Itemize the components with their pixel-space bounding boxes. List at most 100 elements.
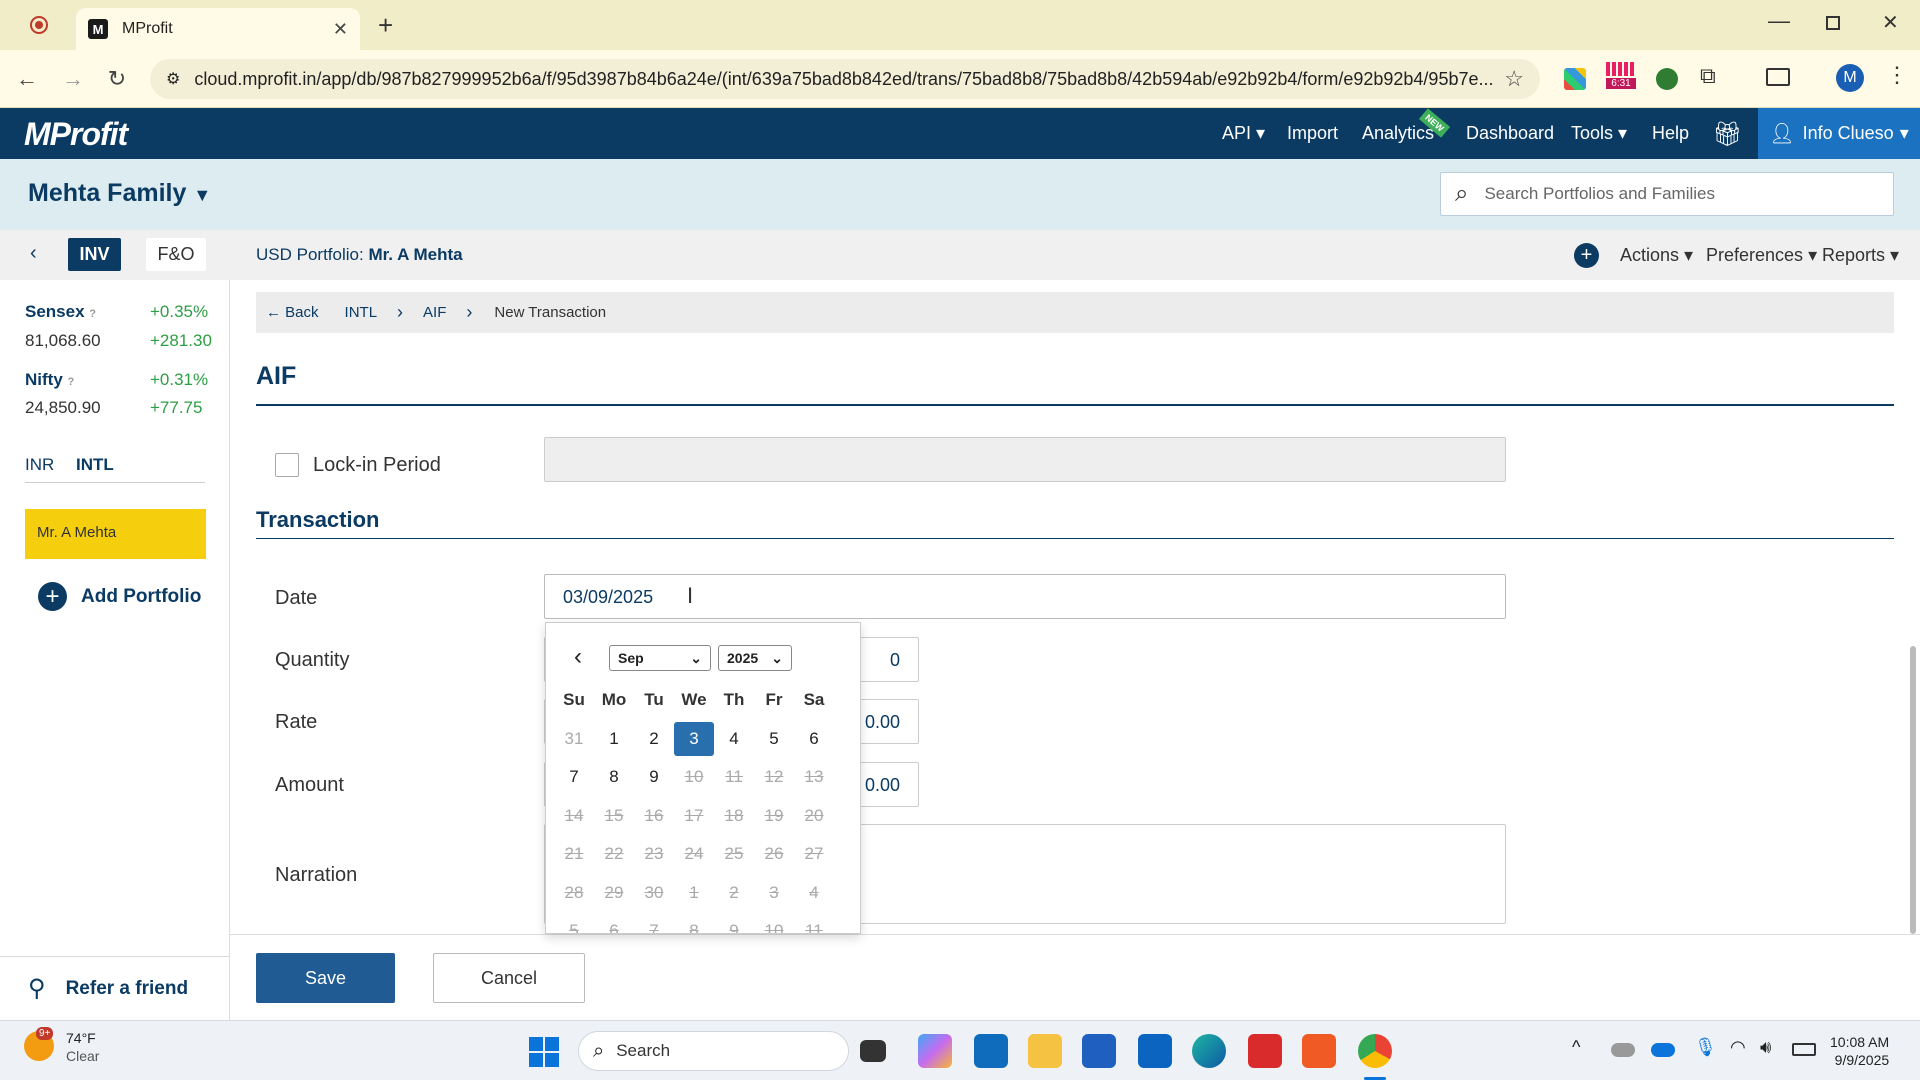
calendar-day: 3 <box>769 882 779 902</box>
date-input[interactable]: 03/09/2025 I <box>544 574 1506 619</box>
onedrive-gray-icon[interactable] <box>1611 1043 1635 1057</box>
url-bar[interactable]: ⚙ cloud.mprofit.in/app/db/987b827999952b… <box>150 59 1540 99</box>
calendar-day: 25 <box>724 844 744 864</box>
nav-tools[interactable]: Tools ▾ <box>1571 123 1627 144</box>
search-input[interactable]: ⌕ Search Portfolios and Families <box>1440 172 1894 216</box>
windows-start-icon[interactable] <box>529 1037 559 1067</box>
calendar-day[interactable]: 1 <box>594 720 634 759</box>
prev-month-icon[interactable]: ‹ <box>574 643 582 671</box>
user-menu[interactable]: 👤︎ Info Clueso ▾ <box>1758 108 1920 159</box>
add-portfolio-button[interactable]: + Add Portfolio <box>38 582 201 611</box>
gift-icon[interactable]: 🎁︎ <box>1712 120 1742 149</box>
minimize-icon[interactable]: — <box>1768 8 1790 34</box>
calendar-day[interactable]: 9 <box>634 758 674 797</box>
back-link[interactable]: ← Back <box>266 304 319 321</box>
extension-puzzle-colored-icon[interactable] <box>1564 68 1586 90</box>
chrome-icon[interactable] <box>1358 1034 1392 1068</box>
record-icon[interactable] <box>30 16 48 34</box>
tab-inr[interactable]: INR <box>25 455 54 475</box>
calendar-grid: Su Mo Tu We Th Fr Sa 31 1 2 3 4 5 6 7 8 9 10 11 12 13 14 15 16… <box>554 681 834 934</box>
outlook-icon[interactable] <box>1138 1034 1172 1068</box>
cast-icon[interactable] <box>1766 68 1790 86</box>
search-icon: ⌕ <box>1455 180 1469 207</box>
browser-tab[interactable]: M MProfit ✕ <box>76 8 360 50</box>
sensex-pct: +0.35% <box>150 302 209 321</box>
calendar-day: 10 <box>764 921 784 934</box>
store-icon[interactable] <box>1082 1034 1116 1068</box>
new-tab-button[interactable]: + <box>378 10 393 41</box>
close-window-icon[interactable]: ✕ <box>1882 10 1899 35</box>
calendar-day[interactable]: 4 <box>714 720 754 759</box>
nav-analytics[interactable]: Analytics <box>1362 123 1434 144</box>
calendar-day[interactable]: 5 <box>754 720 794 759</box>
volume-icon[interactable]: 🔊︎ <box>1760 1037 1771 1058</box>
calendar-week-row: 28 29 30 1 2 3 4 <box>554 874 834 913</box>
year-select[interactable]: 2025 ⌄ <box>718 645 792 671</box>
calendar-day: 24 <box>684 844 704 864</box>
reload-icon[interactable]: ↻ <box>100 62 134 96</box>
restore-icon[interactable] <box>1826 16 1840 30</box>
preferences-menu[interactable]: Preferences ▾ <box>1706 245 1817 266</box>
actions-menu[interactable]: Actions ▾ <box>1620 245 1693 266</box>
nav-dashboard[interactable]: Dashboard <box>1466 123 1554 144</box>
nav-import[interactable]: Import <box>1287 123 1338 144</box>
lockin-checkbox[interactable] <box>275 453 299 477</box>
clock[interactable]: 10:08 AM 9/9/2025 <box>1830 1033 1889 1069</box>
month-select[interactable]: Sep ⌄ <box>609 645 711 671</box>
cortana-icon[interactable] <box>974 1034 1008 1068</box>
calendar-day: 5 <box>569 921 579 934</box>
tab-inv[interactable]: INV <box>68 238 121 271</box>
nav-help[interactable]: Help <box>1652 123 1689 144</box>
reports-menu[interactable]: Reports ▾ <box>1822 245 1899 266</box>
calendar-day[interactable]: 8 <box>594 758 634 797</box>
extensions-puzzle-icon[interactable]: ⧉ <box>1700 63 1716 89</box>
calendar-day: 2 <box>729 882 739 902</box>
portfolio-item[interactable]: Mr. A Mehta <box>25 509 206 559</box>
extension-green-icon[interactable] <box>1656 68 1678 90</box>
breadcrumb-aif[interactable]: AIF <box>423 304 446 321</box>
calendar-day[interactable]: 6 <box>794 720 834 759</box>
calendar-day[interactable]: 3 <box>674 720 714 759</box>
family-selector[interactable]: Mehta Family ▼ <box>28 179 211 208</box>
brave-icon[interactable] <box>1302 1034 1336 1068</box>
collapse-sidebar-icon[interactable]: ‹ <box>30 242 37 265</box>
weather-widget[interactable]: 9+ 74°F Clear <box>24 1027 99 1065</box>
calendar-day[interactable]: 7 <box>554 758 594 797</box>
taskbar-search[interactable]: ⌕ Search <box>578 1031 849 1071</box>
nifty-value: 24,850.90 <box>25 398 101 417</box>
profile-avatar[interactable]: M <box>1836 64 1864 92</box>
back-icon[interactable]: ← <box>10 62 44 96</box>
weekday-header: Th <box>723 690 745 710</box>
edge-icon[interactable] <box>1192 1034 1226 1068</box>
bookmark-star-icon[interactable]: ☆ <box>1504 66 1524 92</box>
microphone-icon[interactable]: 🎙︎ <box>1694 1037 1717 1058</box>
breadcrumb-intl[interactable]: INTL <box>345 304 378 321</box>
tab-intl[interactable]: INTL <box>76 455 114 475</box>
show-hidden-icons-icon[interactable]: ^ <box>1572 1037 1580 1058</box>
battery-icon[interactable] <box>1792 1043 1816 1056</box>
calendar-day: 1 <box>689 882 699 902</box>
browser-menu-icon[interactable]: ⋮ <box>1886 62 1908 88</box>
refer-friend-button[interactable]: ⚲ Refer a friend <box>28 974 188 1003</box>
calendar-day: 31 <box>564 728 584 748</box>
close-tab-icon[interactable]: ✕ <box>333 19 348 40</box>
site-info-icon[interactable]: ⚙ <box>166 69 180 89</box>
wps-office-icon[interactable] <box>1248 1034 1282 1068</box>
scrollbar-thumb[interactable] <box>1910 646 1916 934</box>
portfolio-subbar: ‹ INV F&O USD Portfolio: Mr. A Mehta + A… <box>0 230 1920 280</box>
save-button[interactable]: Save <box>256 953 395 1003</box>
cancel-button[interactable]: Cancel <box>433 953 585 1003</box>
extension-timer-icon[interactable]: 6:31 <box>1606 62 1636 96</box>
calendar-day[interactable]: 2 <box>634 720 674 759</box>
wifi-icon[interactable]: ◠ <box>1730 1037 1746 1058</box>
forward-icon[interactable]: → <box>56 62 90 96</box>
onedrive-icon[interactable] <box>1651 1043 1675 1057</box>
file-explorer-icon[interactable] <box>1028 1034 1062 1068</box>
tab-fo[interactable]: F&O <box>146 238 206 271</box>
nav-api[interactable]: API ▾ <box>1222 123 1265 144</box>
add-icon[interactable]: + <box>1574 243 1599 268</box>
search-icon: ⌕ <box>593 1039 605 1062</box>
task-view-icon[interactable] <box>860 1040 886 1062</box>
copilot-icon[interactable] <box>918 1034 952 1068</box>
mprofit-logo[interactable]: MProfit <box>24 116 128 153</box>
